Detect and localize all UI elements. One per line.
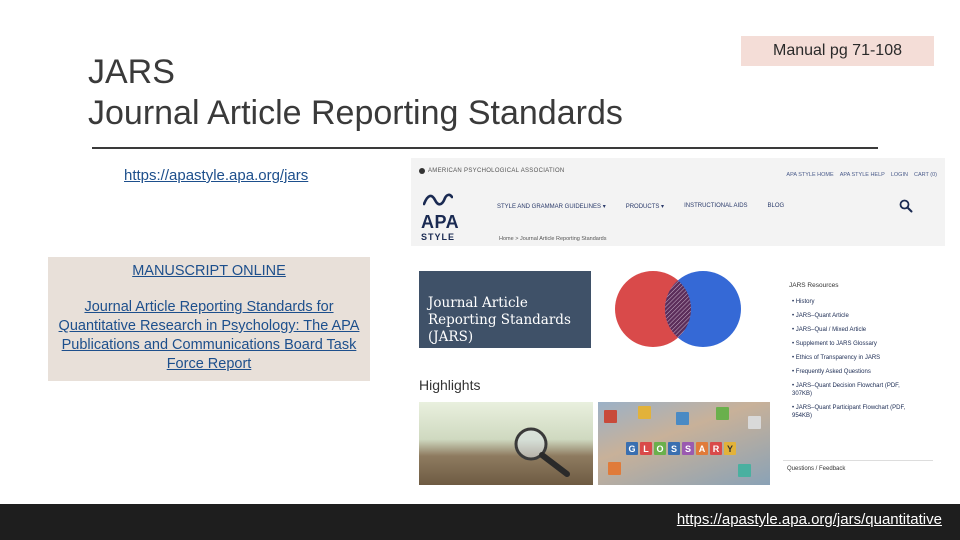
letter-block: S [668,442,680,455]
logo-style-text: STYLE [421,232,456,242]
resource-item[interactable]: • JARS–Quant Decision Flowchart (PDF, 30… [792,382,912,398]
letter-block: S [682,442,694,455]
glossary-blocks-image[interactable]: G L O S S A R Y [598,402,770,485]
jars-quantitative-link[interactable]: https://apastyle.apa.org/jars/quantitati… [677,511,942,528]
title-line-1: JARS [88,53,175,91]
jars-link[interactable]: https://apastyle.apa.org/jars [124,167,308,184]
letter-block: L [640,442,652,455]
jars-resources-panel: JARS Resources • History • JARS–Quant Ar… [783,272,943,488]
org-name: AMERICAN PSYCHOLOGICAL ASSOCIATION [428,168,565,174]
magnifying-glass-image[interactable] [419,402,593,485]
resource-item[interactable]: • History [792,298,912,306]
title-line-2: Journal Article Reporting Standards [88,94,623,132]
bottom-bar: https://apastyle.apa.org/jars/quantitati… [0,504,960,540]
letter-block: R [710,442,722,455]
util-nav-cart[interactable]: CART (0) [914,172,937,178]
apa-style-logo[interactable]: APA STYLE [419,190,467,246]
task-force-report-link[interactable]: Journal Article Reporting Standards for … [48,298,370,374]
letter-block: G [626,442,638,455]
nav-blog[interactable]: BLOG [768,203,785,210]
util-nav-help[interactable]: APA STYLE HELP [840,172,885,178]
utility-nav: APA STYLE HOME APA STYLE HELP LOGIN CART… [786,172,937,178]
resources-divider [783,460,933,461]
nav-style-grammar[interactable]: STYLE AND GRAMMAR GUIDELINES ▾ [497,203,606,210]
resources-list: • History • JARS–Quant Article • JARS–Qu… [792,298,912,426]
venn-diagram-image [595,271,762,348]
resource-item[interactable]: • Ethics of Transparency in JARS [792,354,912,362]
highlights-heading: Highlights [419,377,481,393]
glossary-letters: G L O S S A R Y [626,442,736,455]
search-icon[interactable] [899,199,913,213]
slide-title: JARS Journal Article Reporting Standards [88,52,623,134]
logo-apa-text: APA [421,212,460,232]
nav-products[interactable]: PRODUCTS ▾ [626,203,664,210]
resources-title: JARS Resources [789,282,839,289]
manuscript-box: MANUSCRIPT ONLINE Journal Article Report… [48,257,370,381]
resource-item[interactable]: • JARS–Quant Participant Flowchart (PDF,… [792,404,912,420]
letter-block: A [696,442,708,455]
apa-wave-icon [423,193,453,206]
jars-hero-banner: Journal Article Reporting Standards (JAR… [419,271,591,348]
util-nav-login[interactable]: LOGIN [891,172,908,178]
magnifier-icon [514,427,570,477]
letter-block: Y [724,442,736,455]
title-divider [92,147,878,149]
apa-org-label: AMERICAN PSYCHOLOGICAL ASSOCIATION [419,168,565,174]
resource-item[interactable]: • Frequently Asked Questions [792,368,912,376]
resource-item[interactable]: • Supplement to JARS Glossary [792,340,912,348]
apa-seal-icon [419,168,425,174]
main-nav: STYLE AND GRAMMAR GUIDELINES ▾ PRODUCTS … [497,203,784,210]
nav-instructional-aids[interactable]: INSTRUCTIONAL AIDS [684,203,747,210]
resource-item[interactable]: • JARS–Quant Article [792,312,912,320]
questions-feedback-link[interactable]: Questions / Feedback [787,466,845,472]
resource-item[interactable]: • JARS–Qual / Mixed Article [792,326,912,334]
util-nav-home[interactable]: APA STYLE HOME [786,172,833,178]
letter-block: O [654,442,666,455]
breadcrumb: Home > Journal Article Reporting Standar… [499,236,607,242]
site-header: AMERICAN PSYCHOLOGICAL ASSOCIATION APA S… [411,158,945,246]
apa-website-screenshot: AMERICAN PSYCHOLOGICAL ASSOCIATION APA S… [411,158,945,488]
manuscript-online-link[interactable]: MANUSCRIPT ONLINE [48,262,370,281]
manual-page-badge: Manual pg 71-108 [741,36,934,66]
